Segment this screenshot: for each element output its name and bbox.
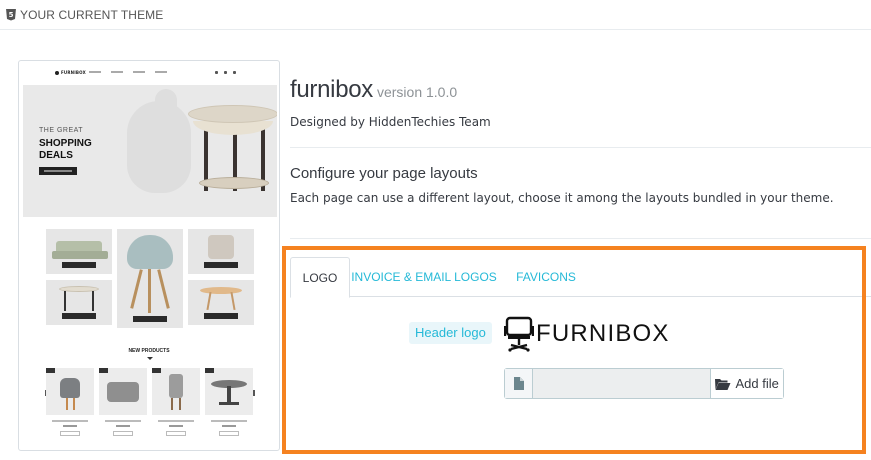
theme-name: furnibox version 1.0.0 [290,76,457,104]
preview-hero-banner: THE GREAT SHOPPING DEALS [23,85,277,217]
table-top [188,105,277,123]
hero-title: SHOPPING DEALS [39,138,92,161]
preview-product-item [99,368,147,415]
preview-product-item [205,368,253,415]
hand-finger-shape [155,89,177,129]
preview-product-caption [205,420,253,436]
preview-icons [215,71,236,74]
preview-product-item [46,368,94,415]
preview-category-armchair [188,229,254,274]
preview-product-caption [46,420,94,436]
divider [290,147,871,148]
preview-product-caption [99,420,147,436]
table-shelf [199,177,269,189]
hero-subtitle: THE GREAT [39,127,84,134]
preview-menu [89,71,167,73]
panel-title: YOUR CURRENT THEME [20,7,164,22]
theme-version: version 1.0.0 [376,84,458,100]
preview-product-caption [152,420,200,436]
preview-category-chair [117,229,183,328]
preview-category-table [46,280,112,325]
theme-author: Designed by HiddenTechies Team [290,115,491,129]
hero-cta [39,167,77,175]
preview-category-sofa [46,229,112,274]
panel-heading: 5 YOUR CURRENT THEME [0,0,871,30]
layouts-title: Configure your page layouts [290,165,478,182]
preview-category-side-table [188,280,254,325]
divider [290,238,871,239]
preview-logo: FURNIBOX [55,70,86,75]
preview-caret-icon [147,357,153,360]
preview-product-item [152,368,200,415]
html5-icon: 5 [6,8,16,21]
highlight-frame [282,246,866,454]
preview-nav: FURNIBOX [19,61,279,85]
theme-name-text: furnibox [290,76,373,103]
theme-preview-image: FURNIBOX THE GREAT SHOPPING DEALS NEW PR… [18,60,280,451]
layouts-description: Each page can use a different layout, ch… [290,191,834,205]
preview-new-products-title: NEW PRODUCTS [128,348,170,354]
